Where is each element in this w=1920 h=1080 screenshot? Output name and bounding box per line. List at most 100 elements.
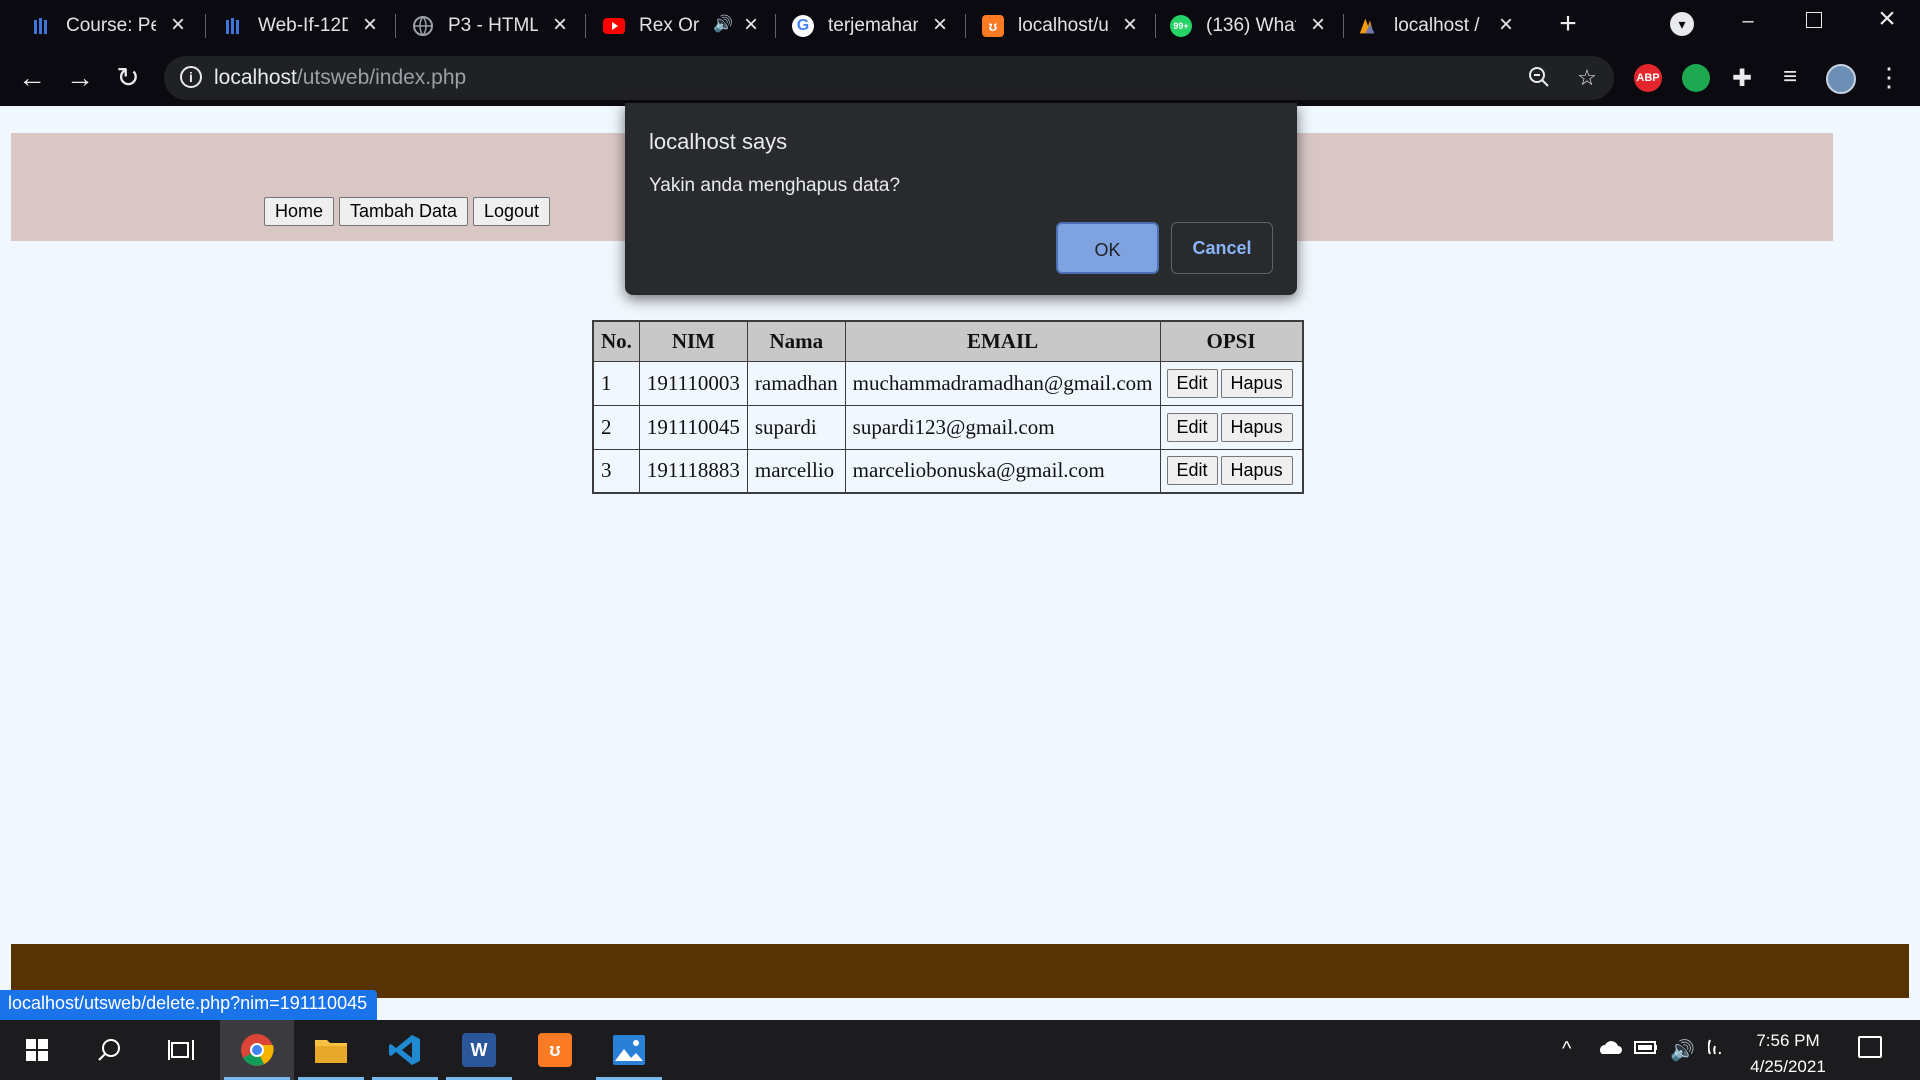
reload-icon[interactable]: ↻: [108, 58, 148, 98]
close-window-icon[interactable]: ×: [1872, 4, 1902, 34]
delete-button[interactable]: Hapus: [1220, 412, 1293, 442]
tab-title: Web-If-12D: [258, 15, 348, 36]
zoom-icon[interactable]: [1526, 66, 1552, 92]
tab-title: localhost /: [1394, 15, 1480, 36]
new-tab-button[interactable]: +: [1552, 8, 1584, 40]
taskbar-file-explorer[interactable]: [294, 1020, 368, 1080]
table-header-row: No. NIM Nama EMAIL OPSI: [592, 320, 1304, 362]
tab-rex-ora[interactable]: Rex Ora 🔊 ×: [603, 6, 763, 46]
logout-button[interactable]: Logout: [473, 197, 551, 226]
tab-phpmyadmin[interactable]: localhost / ×: [1358, 6, 1518, 46]
confirm-dialog: localhost says Yakin anda menghapus data…: [625, 103, 1297, 295]
taskbar-xampp[interactable]: ʊ: [518, 1020, 592, 1080]
wifi-icon[interactable]: [1707, 1038, 1730, 1062]
cell-no: 3: [592, 448, 640, 494]
restore-icon[interactable]: [1806, 12, 1822, 28]
minimize-icon[interactable]: –: [1736, 10, 1760, 34]
address-url[interactable]: localhost/utsweb/index.php: [214, 66, 466, 90]
ok-button[interactable]: OK: [1056, 222, 1159, 274]
task-view-button[interactable]: [144, 1020, 218, 1080]
close-tab-icon[interactable]: ×: [928, 13, 952, 38]
search-icon: [98, 1039, 120, 1061]
edit-button[interactable]: Edit: [1166, 456, 1218, 486]
xampp-icon: ʊ: [982, 15, 1004, 37]
close-tab-icon[interactable]: ×: [1306, 13, 1330, 38]
edit-button[interactable]: Edit: [1166, 412, 1218, 442]
task-view-icon: [168, 1040, 194, 1060]
tab-terjemahan[interactable]: G terjemahan ×: [792, 6, 952, 46]
close-tab-icon[interactable]: ×: [358, 13, 382, 38]
site-info-icon[interactable]: i: [180, 66, 202, 88]
tab-p3-html[interactable]: P3 - HTML ×: [412, 6, 572, 46]
table-row: 3 191118883 marcellio marceliobonuska@gm…: [592, 448, 1304, 494]
windows-taskbar: W ʊ ^ 🔊 7:56 PM 4/25/2021: [0, 1020, 1920, 1080]
browser-toolbar: ← → ↻ i localhost/utsweb/index.php ☆ ABP…: [0, 50, 1920, 106]
taskbar-photos[interactable]: [592, 1020, 666, 1080]
cell-email: marceliobonuska@gmail.com: [844, 448, 1161, 494]
header-email: EMAIL: [844, 320, 1161, 362]
search-button[interactable]: [72, 1020, 146, 1080]
volume-icon[interactable]: 🔊: [1670, 1038, 1695, 1063]
add-data-button[interactable]: Tambah Data: [339, 197, 469, 226]
tab-course[interactable]: Course: Pen ×: [30, 6, 190, 46]
clock-time: 7:56 PM: [1756, 1031, 1820, 1050]
cell-nama: marcellio: [746, 448, 846, 494]
speaker-icon[interactable]: 🔊: [713, 14, 733, 34]
globe-icon: [412, 15, 434, 37]
close-tab-icon[interactable]: ×: [1118, 13, 1142, 38]
home-button[interactable]: Home: [264, 197, 335, 226]
tab-search-icon[interactable]: ▾: [1670, 12, 1694, 36]
header-opsi: OPSI: [1159, 320, 1304, 362]
google-icon: G: [792, 15, 814, 37]
grammarly-icon[interactable]: [1682, 64, 1710, 92]
close-tab-icon[interactable]: ×: [1494, 13, 1518, 38]
tab-title: Course: Pen: [66, 15, 156, 36]
edit-button[interactable]: Edit: [1166, 368, 1218, 398]
reading-list-icon[interactable]: ≡: [1776, 64, 1804, 92]
student-table: No. NIM Nama EMAIL OPSI 1 191110003 rama…: [592, 320, 1304, 494]
tab-title: localhost/u: [1018, 15, 1108, 36]
forward-arrow-icon[interactable]: →: [60, 58, 100, 98]
cell-nama: supardi: [746, 404, 846, 450]
xampp-icon: ʊ: [538, 1033, 572, 1067]
more-menu-icon[interactable]: ⋮: [1876, 62, 1902, 92]
tab-whatsapp[interactable]: 99+ (136) What ×: [1170, 6, 1330, 46]
battery-icon[interactable]: [1634, 1038, 1658, 1061]
cancel-button[interactable]: Cancel: [1171, 222, 1273, 274]
delete-button[interactable]: Hapus: [1220, 368, 1293, 398]
cell-email: supardi123@gmail.com: [844, 404, 1161, 450]
taskbar-chrome[interactable]: [220, 1020, 294, 1080]
start-button[interactable]: [0, 1020, 74, 1080]
close-tab-icon[interactable]: ×: [739, 13, 763, 38]
profile-avatar[interactable]: [1826, 64, 1856, 94]
status-bar-url: localhost/utsweb/delete.php?nim=19111004…: [0, 990, 378, 1020]
university-icon: [222, 15, 244, 37]
tab-web-if[interactable]: Web-If-12D ×: [222, 6, 382, 46]
cell-nim: 191110003: [638, 360, 748, 406]
cell-nim: 191118883: [638, 448, 748, 494]
close-tab-icon[interactable]: ×: [548, 13, 572, 38]
show-hidden-icons-icon[interactable]: ^: [1562, 1038, 1571, 1061]
back-arrow-icon[interactable]: ←: [12, 58, 52, 98]
cell-email: muchammadramadhan@gmail.com: [844, 360, 1161, 406]
tab-title: terjemahan: [828, 15, 918, 36]
header-nim: NIM: [638, 320, 748, 362]
windows-logo-icon: [26, 1039, 48, 1061]
tab-localhost-uts[interactable]: ʊ localhost/u ×: [982, 6, 1142, 46]
delete-button[interactable]: Hapus: [1220, 456, 1293, 486]
tab-title: P3 - HTML: [448, 15, 538, 36]
close-tab-icon[interactable]: ×: [166, 13, 190, 38]
taskbar-vscode[interactable]: [368, 1020, 442, 1080]
onedrive-cloud-icon[interactable]: [1596, 1038, 1622, 1061]
bookmark-star-icon[interactable]: ☆: [1574, 66, 1600, 92]
dialog-message: Yakin anda menghapus data?: [649, 175, 901, 196]
notifications-icon[interactable]: [1858, 1036, 1882, 1058]
taskbar-word[interactable]: W: [442, 1020, 516, 1080]
adblock-plus-icon[interactable]: ABP: [1634, 64, 1662, 92]
address-bar[interactable]: i localhost/utsweb/index.php ☆: [164, 56, 1614, 100]
extensions-puzzle-icon[interactable]: ✚: [1728, 64, 1756, 92]
taskbar-clock[interactable]: 7:56 PM 4/25/2021: [1728, 1028, 1848, 1080]
vscode-icon: [389, 1035, 420, 1065]
cell-nim: 191110045: [638, 404, 748, 450]
chrome-icon: [241, 1034, 274, 1066]
